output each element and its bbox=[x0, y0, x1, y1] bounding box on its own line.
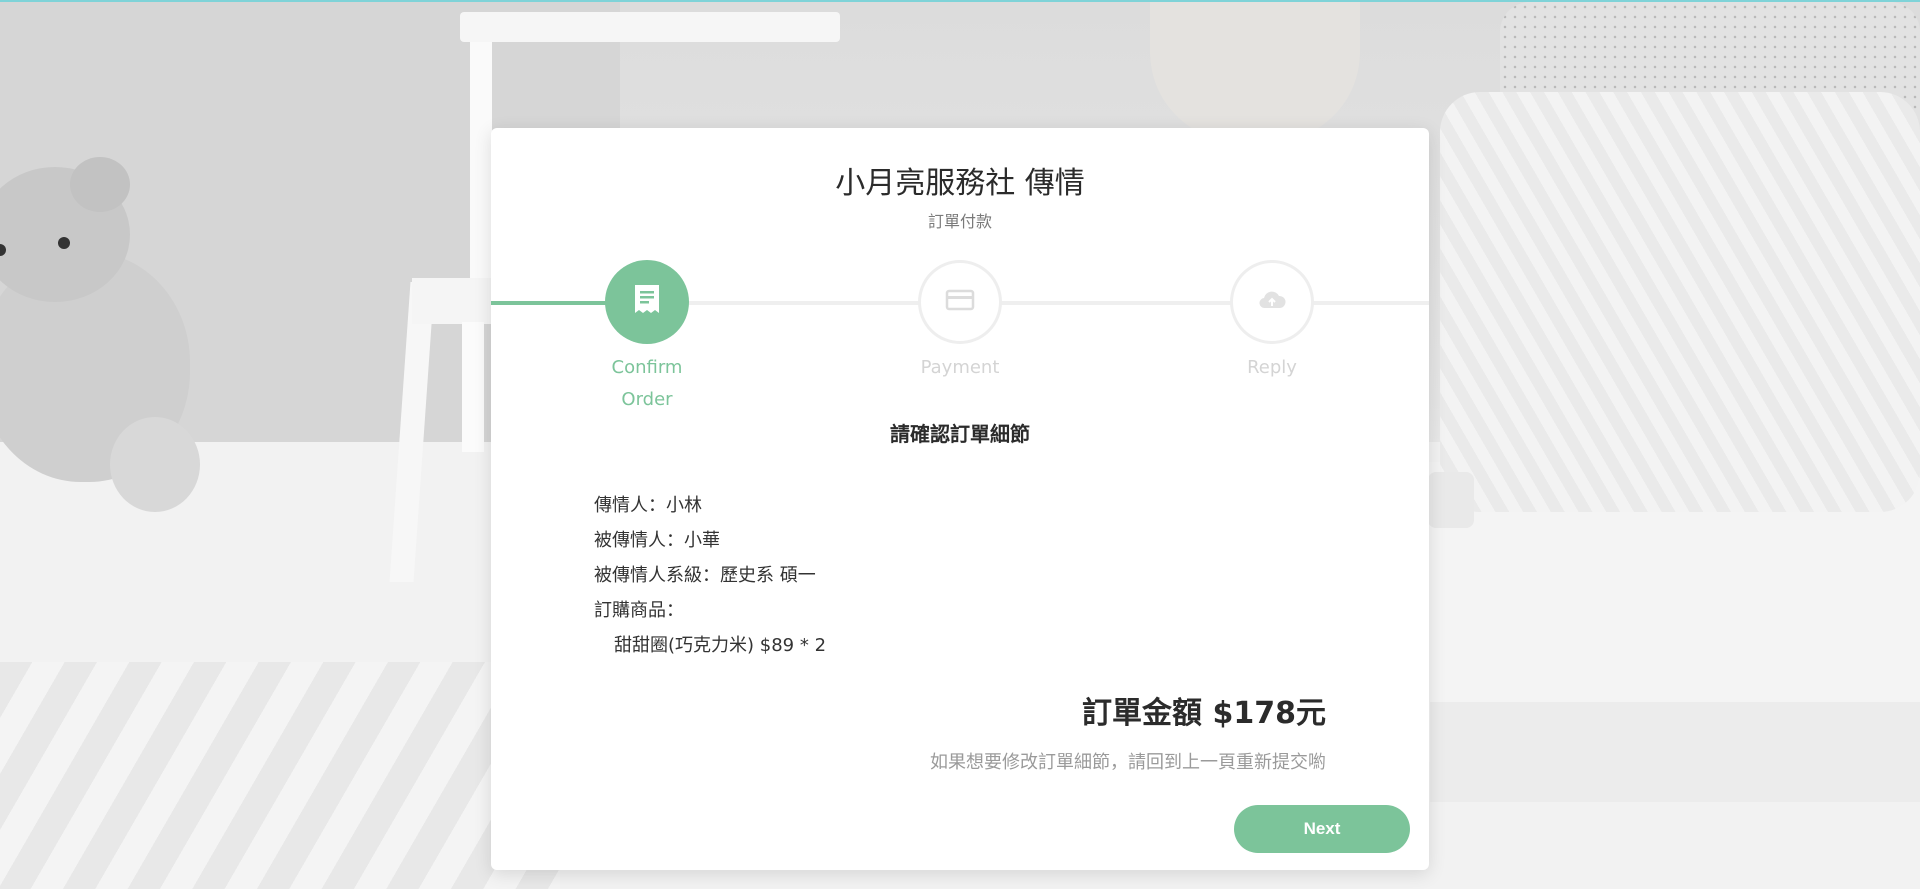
sender-line: 傳情人：小林 bbox=[594, 495, 702, 516]
step-circle bbox=[1230, 260, 1314, 344]
credit-card-icon bbox=[945, 288, 975, 316]
list-item: 甜甜圈(巧克力米) $89 * 2 bbox=[614, 635, 827, 656]
edit-note: 如果想要修改訂單細節，請回到上一頁重新提交喲 bbox=[930, 752, 1326, 773]
section-title: 請確認訂單細節 bbox=[890, 422, 1030, 446]
step-label: Confirm Order bbox=[611, 357, 683, 410]
items-label: 訂購商品： bbox=[594, 600, 684, 621]
recipient-dept-line: 被傳情人系級：歷史系 碩一 bbox=[594, 565, 816, 586]
step-circle bbox=[918, 260, 1002, 344]
step-confirm-order[interactable]: Confirm Order bbox=[547, 260, 747, 416]
next-button[interactable]: Next bbox=[1234, 805, 1410, 853]
step-label: Reply bbox=[1247, 357, 1297, 378]
step-reply[interactable]: Reply bbox=[1172, 260, 1372, 384]
page-title: 小月亮服務社 傳情 bbox=[835, 166, 1085, 201]
step-payment[interactable]: Payment bbox=[860, 260, 1060, 384]
cloud-upload-icon bbox=[1257, 288, 1287, 316]
order-details: 傳情人：小林 被傳情人：小華 被傳情人系級：歷史系 碩一 訂購商品： 甜甜圈(巧… bbox=[594, 488, 826, 663]
order-total: 訂單金額 $178元 bbox=[1082, 696, 1326, 731]
order-card: 小月亮服務社 傳情 訂單付款 Confirm Order Payment Rep… bbox=[491, 128, 1429, 870]
receipt-icon bbox=[632, 283, 662, 321]
recipient-line: 被傳情人：小華 bbox=[594, 530, 720, 551]
step-circle bbox=[605, 260, 689, 344]
page-subtitle: 訂單付款 bbox=[927, 212, 992, 231]
step-label: Payment bbox=[920, 357, 1000, 378]
